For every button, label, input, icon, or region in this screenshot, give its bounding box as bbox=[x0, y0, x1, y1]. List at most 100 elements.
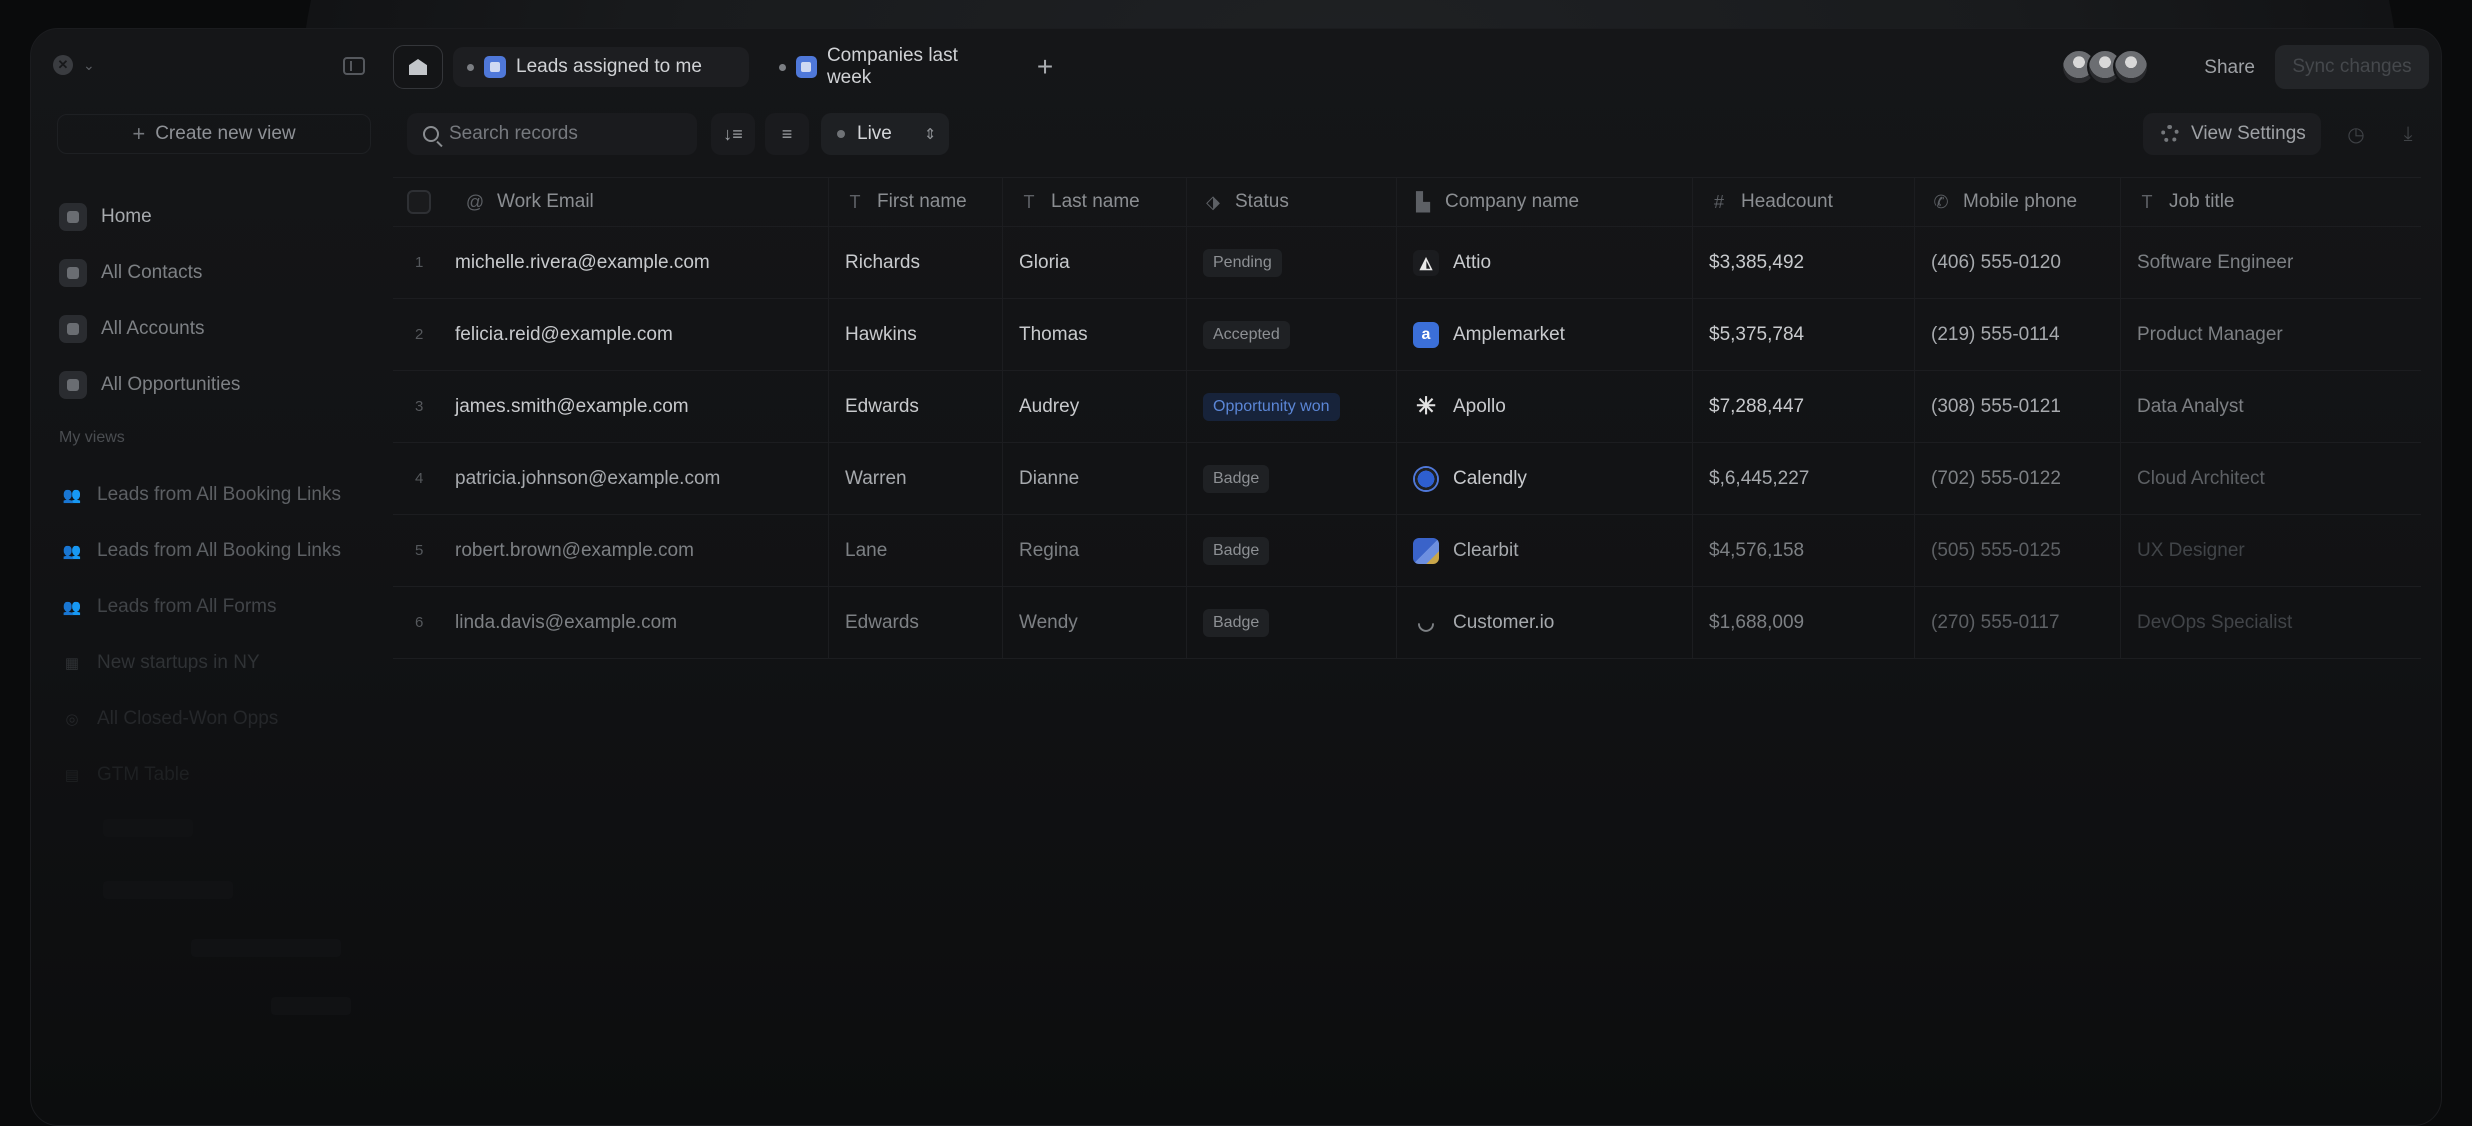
customerio-logo-icon: ◡ bbox=[1417, 612, 1435, 634]
first-name-cell[interactable]: Edwards bbox=[845, 612, 919, 634]
column-header-mobile-phone[interactable]: ✆ Mobile phone bbox=[1915, 178, 2121, 226]
job-title-cell[interactable]: UX Designer bbox=[2137, 540, 2245, 562]
tab-leads-assigned[interactable]: Leads assigned to me bbox=[453, 47, 749, 87]
status-badge[interactable]: Badge bbox=[1203, 536, 1270, 565]
company-cell[interactable]: Apollo bbox=[1453, 396, 1506, 418]
calendly-logo-icon bbox=[1413, 465, 1439, 492]
create-view-button[interactable]: + Create new view bbox=[57, 114, 371, 154]
people-icon: 👥 bbox=[62, 599, 82, 616]
status-badge[interactable]: Opportunity won bbox=[1203, 392, 1340, 421]
phone-cell[interactable]: (702) 555-0122 bbox=[1931, 468, 2061, 490]
collaborator-avatars[interactable] bbox=[2061, 49, 2149, 85]
company-cell[interactable]: Clearbit bbox=[1453, 540, 1518, 562]
sidebar-item-all-opportunities[interactable]: All Opportunities bbox=[57, 357, 377, 413]
email-cell[interactable]: robert.brown@example.com bbox=[455, 540, 694, 562]
column-header-work-email[interactable]: @ Work Email bbox=[393, 178, 829, 226]
email-cell[interactable]: patricia.johnson@example.com bbox=[455, 468, 720, 490]
job-title-cell[interactable]: Data Analyst bbox=[2137, 396, 2244, 418]
first-name-cell[interactable]: Edwards bbox=[845, 396, 919, 418]
view-item[interactable]: ▤ GTM Table bbox=[61, 747, 381, 803]
column-header-headcount[interactable]: # Headcount bbox=[1693, 178, 1915, 226]
job-title-cell[interactable]: Cloud Architect bbox=[2137, 468, 2265, 490]
filter-button[interactable]: ≡ bbox=[765, 113, 809, 155]
table-row[interactable]: 1 michelle.rivera@example.com Richards Gl… bbox=[393, 227, 2421, 299]
view-item[interactable]: 👥 Leads from All Booking Links bbox=[61, 523, 381, 579]
status-badge[interactable]: Badge bbox=[1203, 608, 1270, 637]
history-icon[interactable]: ◷ bbox=[2341, 119, 2371, 149]
sync-changes-button[interactable]: Sync changes bbox=[2275, 45, 2429, 89]
sidebar: ✕ ⌄ + Create new view Home All Contacts … bbox=[31, 29, 377, 1125]
first-name-cell[interactable]: Lane bbox=[845, 540, 887, 562]
email-cell[interactable]: felicia.reid@example.com bbox=[455, 324, 673, 346]
phone-cell[interactable]: (505) 555-0125 bbox=[1931, 540, 2061, 562]
job-title-cell[interactable]: DevOps Specialist bbox=[2137, 612, 2292, 634]
search-input[interactable] bbox=[449, 123, 679, 145]
first-name-cell[interactable]: Hawkins bbox=[845, 324, 917, 346]
status-badge[interactable]: Pending bbox=[1203, 248, 1282, 277]
home-tab[interactable] bbox=[393, 45, 443, 89]
sidebar-item-home[interactable]: Home bbox=[57, 189, 377, 245]
first-name-cell[interactable]: Warren bbox=[845, 468, 907, 490]
sort-icon: ↓≡ bbox=[723, 123, 743, 144]
view-settings-button[interactable]: View Settings bbox=[2143, 113, 2321, 155]
last-name-cell[interactable]: Audrey bbox=[1019, 396, 1079, 418]
phone-cell[interactable]: (270) 555-0117 bbox=[1931, 612, 2060, 634]
view-item[interactable]: 👥 Leads from All Booking Links bbox=[61, 467, 381, 523]
column-header-status[interactable]: ⬗ Status bbox=[1187, 178, 1397, 226]
select-all-checkbox[interactable] bbox=[407, 190, 431, 214]
column-header-last-name[interactable]: T Last name bbox=[1003, 178, 1187, 226]
tab-dot bbox=[467, 63, 474, 71]
table-row[interactable]: 5 robert.brown@example.com Lane Regina Ba… bbox=[393, 515, 2421, 587]
view-item[interactable]: 👥 Leads from All Forms bbox=[61, 579, 381, 635]
row-number: 3 bbox=[415, 398, 424, 415]
job-title-cell[interactable]: Product Manager bbox=[2137, 324, 2283, 346]
sidebar-item-all-contacts[interactable]: All Contacts bbox=[57, 245, 377, 301]
workspace-switcher[interactable]: ✕ ⌄ bbox=[53, 55, 95, 75]
sidebar-item-all-accounts[interactable]: All Accounts bbox=[57, 301, 377, 357]
last-name-cell[interactable]: Regina bbox=[1019, 540, 1079, 562]
table-row[interactable]: 2 felicia.reid@example.com Hawkins Thomas… bbox=[393, 299, 2421, 371]
column-label: First name bbox=[877, 191, 967, 212]
email-cell[interactable]: linda.davis@example.com bbox=[455, 612, 677, 634]
headcount-cell[interactable]: $4,576,158 bbox=[1709, 540, 1804, 562]
share-button[interactable]: Share bbox=[2204, 57, 2255, 79]
phone-cell[interactable]: (308) 555-0121 bbox=[1931, 396, 2061, 418]
job-title-cell[interactable]: Software Engineer bbox=[2137, 252, 2293, 274]
sort-button[interactable]: ↓≡ bbox=[711, 113, 755, 155]
sidebar-toggle-icon[interactable] bbox=[343, 57, 365, 75]
status-badge[interactable]: Accepted bbox=[1203, 320, 1290, 349]
email-cell[interactable]: michelle.rivera@example.com bbox=[455, 252, 710, 274]
headcount-cell[interactable]: $,6,445,227 bbox=[1709, 468, 1809, 490]
company-cell[interactable]: Attio bbox=[1453, 252, 1491, 274]
last-name-cell[interactable]: Gloria bbox=[1019, 252, 1070, 274]
company-cell[interactable]: Amplemarket bbox=[1453, 324, 1565, 346]
table-row[interactable]: 6 linda.davis@example.com Edwards Wendy B… bbox=[393, 587, 2421, 659]
status-badge[interactable]: Badge bbox=[1203, 464, 1270, 493]
column-header-first-name[interactable]: T First name bbox=[829, 178, 1003, 226]
table-row[interactable]: 3 james.smith@example.com Edwards Audrey … bbox=[393, 371, 2421, 443]
view-item[interactable]: ▦ New startups in NY bbox=[61, 635, 381, 691]
company-cell[interactable]: Customer.io bbox=[1453, 612, 1554, 634]
tab-companies-last-week[interactable]: Companies last week bbox=[765, 45, 1015, 88]
last-name-cell[interactable]: Dianne bbox=[1019, 468, 1079, 490]
download-icon[interactable]: ⤓ bbox=[2393, 119, 2423, 149]
phone-cell[interactable]: (406) 555-0120 bbox=[1931, 252, 2061, 274]
headcount-cell[interactable]: $7,288,447 bbox=[1709, 396, 1804, 418]
first-name-cell[interactable]: Richards bbox=[845, 252, 920, 274]
company-cell[interactable]: Calendly bbox=[1453, 468, 1527, 490]
last-name-cell[interactable]: Thomas bbox=[1019, 324, 1088, 346]
building-icon: ▙ bbox=[1416, 191, 1430, 212]
phone-cell[interactable]: (219) 555-0114 bbox=[1931, 324, 2060, 346]
column-header-company-name[interactable]: ▙ Company name bbox=[1397, 178, 1693, 226]
add-tab-icon[interactable]: + bbox=[1031, 51, 1059, 82]
live-dropdown[interactable]: Live ⇕ bbox=[821, 113, 949, 155]
view-item[interactable]: ◎ All Closed-Won Opps bbox=[61, 691, 381, 747]
column-header-job-title[interactable]: T Job title bbox=[2121, 178, 2421, 226]
email-cell[interactable]: james.smith@example.com bbox=[455, 396, 689, 418]
headcount-cell[interactable]: $1,688,009 bbox=[1709, 612, 1804, 634]
headcount-cell[interactable]: $5,375,784 bbox=[1709, 324, 1804, 346]
table-row[interactable]: 4 patricia.johnson@example.com Warren Dia… bbox=[393, 443, 2421, 515]
search-box[interactable] bbox=[407, 113, 697, 155]
headcount-cell[interactable]: $3,385,492 bbox=[1709, 252, 1804, 274]
last-name-cell[interactable]: Wendy bbox=[1019, 612, 1078, 634]
